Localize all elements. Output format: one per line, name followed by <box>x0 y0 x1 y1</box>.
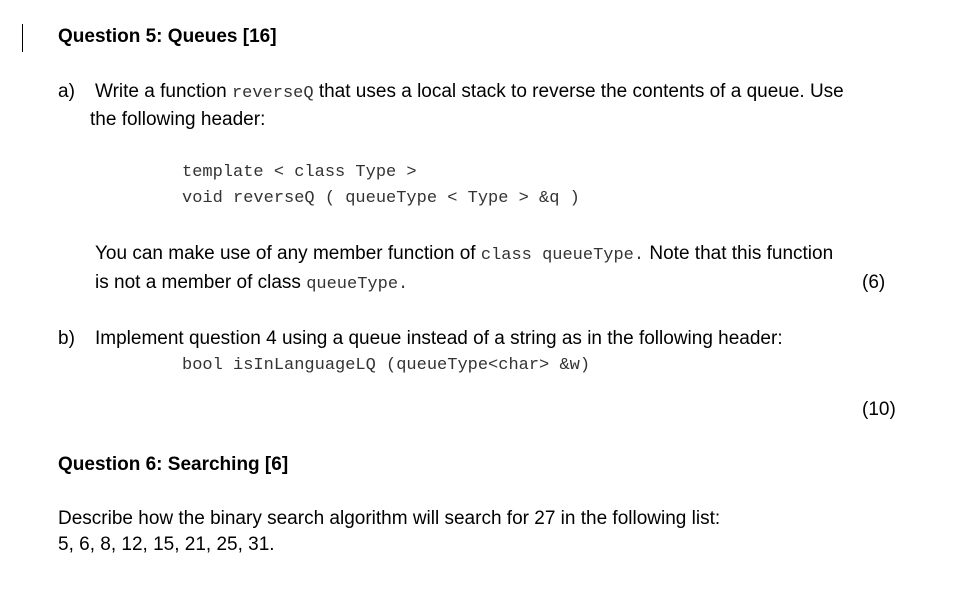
question-6-list: 5, 6, 8, 12, 15, 21, 25, 31. <box>58 534 275 555</box>
class-name-code-2: queueType. <box>306 275 409 294</box>
note-text-cont: Note that this function <box>644 243 834 264</box>
code-line-bool: bool isInLanguageLQ (queueType<char> &w) <box>182 356 591 375</box>
part-a-line-1: Write a function reverseQ that uses a lo… <box>95 81 844 103</box>
question-6-title: Question 6: Searching [6] <box>58 454 289 475</box>
text-cursor <box>22 24 23 52</box>
part-a-note-line-2: is not a member of class queueType. <box>95 272 408 294</box>
part-b-text: Implement question 4 using a queue inste… <box>95 328 783 349</box>
part-a-label: a) <box>58 81 75 102</box>
class-name-code: class queueType. <box>480 246 645 265</box>
part-a-text: Write a function <box>95 81 232 102</box>
question-6-text: Describe how the binary search algorithm… <box>58 508 721 529</box>
part-b-label: b) <box>58 328 75 349</box>
part-a-note-line-1: You can make use of any member function … <box>95 243 833 265</box>
code-line-signature: void reverseQ ( queueType < Type > &q ) <box>182 189 580 208</box>
code-line-template: template < class Type > <box>182 163 417 182</box>
note-text: You can make use of any member function … <box>95 243 481 264</box>
note-text-2: is not a member of class <box>95 272 307 293</box>
question-5-title: Question 5: Queues [16] <box>58 26 277 47</box>
part-a-marks: (6) <box>862 272 886 293</box>
function-name-code: reverseQ <box>231 84 314 103</box>
part-a-text-cont: that uses a local stack to reverse the c… <box>313 81 844 102</box>
part-a-line-2: the following header: <box>90 109 266 130</box>
part-b-marks: (10) <box>862 399 896 420</box>
